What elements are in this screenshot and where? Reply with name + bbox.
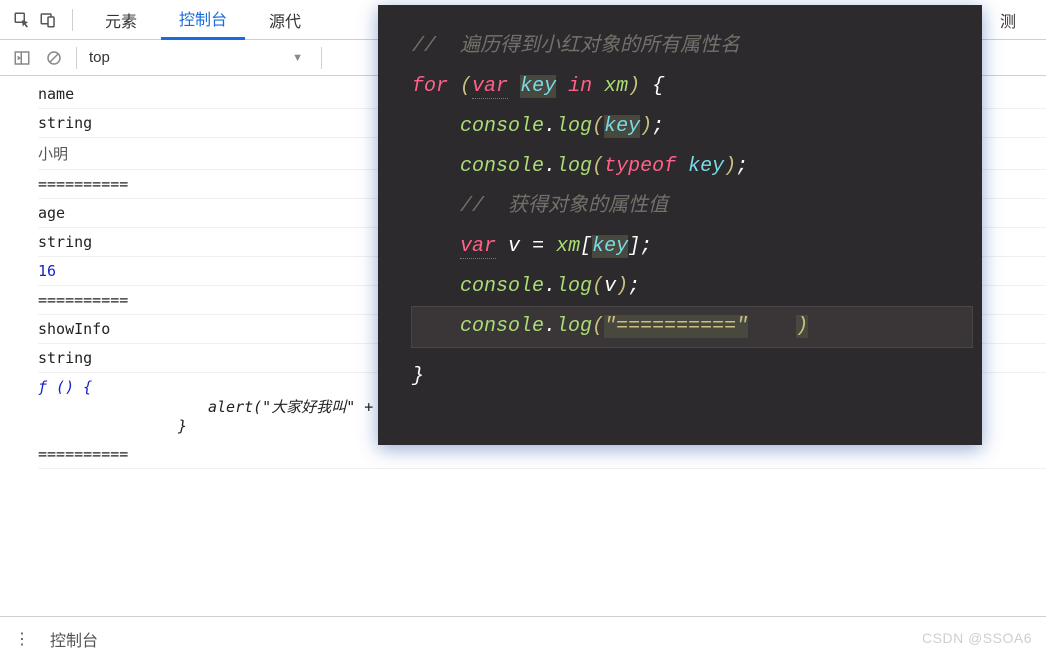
tab-sources[interactable]: 源代 [251,0,319,40]
tab-right-partial[interactable]: 测 [982,0,1034,40]
toolbar-separator [76,47,77,69]
editor-line: // 遍历得到小红对象的所有属性名 [412,27,972,67]
tab-separator [72,9,73,31]
editor-line: console.log(v); [412,267,972,307]
editor-line-active[interactable]: console.log("==========" ) [411,306,973,348]
editor-line: console.log(key); [412,107,972,147]
drawer-title[interactable]: 控制台 [50,627,98,651]
toolbar-separator-2 [321,47,322,69]
editor-line: console.log(typeof key); [412,147,972,187]
fn-head: ƒ () { [38,378,92,396]
editor-line: var v = xm[key]; [412,227,972,267]
chevron-down-icon: ▼ [292,52,303,64]
watermark: CSDN @SSOA6 [922,630,1032,646]
tab-console[interactable]: 控制台 [161,0,245,40]
editor-line: } [412,347,972,407]
context-selector[interactable]: top ▼ [89,49,309,66]
kebab-menu-icon[interactable]: ⋮ [14,629,30,649]
context-selector-label: top [89,49,110,66]
tab-elements[interactable]: 元素 [87,0,155,40]
editor-line: for (var key in xm) { [412,67,972,107]
editor-line: // 获得对象的属性值 [412,187,972,227]
device-toggle-icon[interactable] [38,10,58,30]
drawer-bar: ⋮ 控制台 [0,616,1046,660]
toggle-sidebar-icon[interactable] [12,48,32,68]
code-editor-overlay: // 遍历得到小红对象的所有属性名 for (var key in xm) { … [378,5,982,445]
inspect-icon[interactable] [12,10,32,30]
clear-console-icon[interactable] [44,48,64,68]
